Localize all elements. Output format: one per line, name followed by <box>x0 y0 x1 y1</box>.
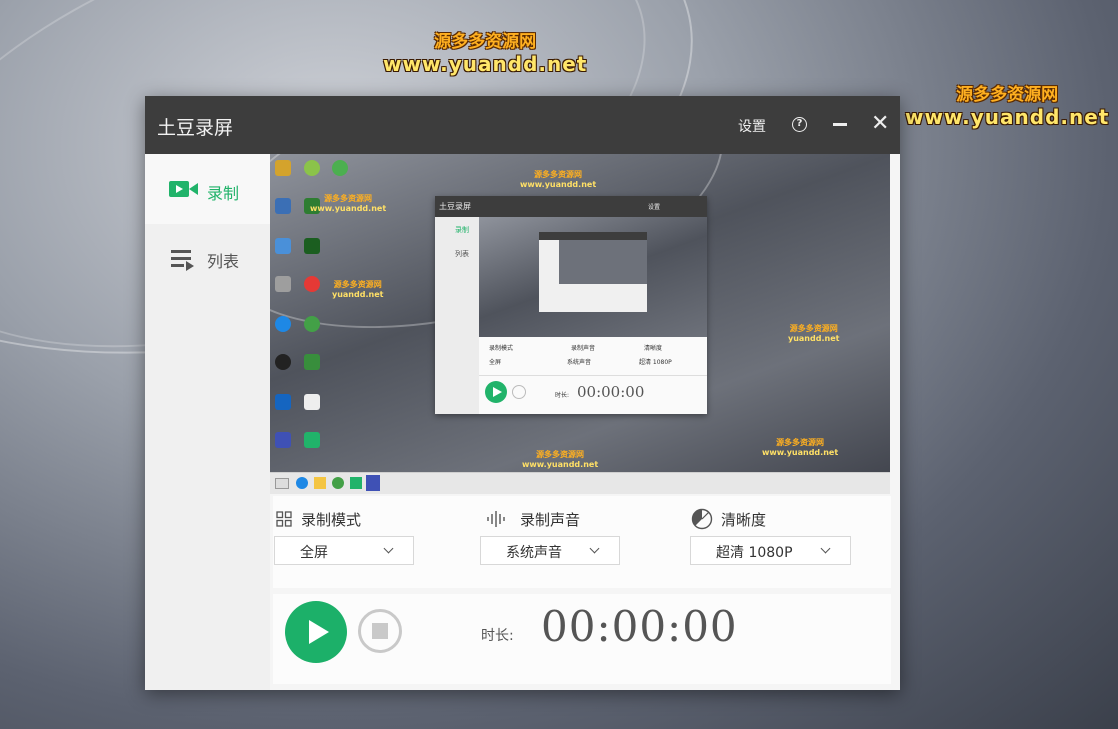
watermark-url: www.yuandd.net <box>383 52 588 76</box>
desktop-icon <box>275 394 291 410</box>
preview-watermark-cn: 源多多资源网 <box>789 324 838 333</box>
mode-select[interactable]: 全屏 <box>274 536 414 565</box>
chevron-down-icon <box>589 543 600 554</box>
quality-value: 超清 1080P <box>716 545 793 561</box>
preview-watermark-cn: 源多多资源网 <box>534 170 583 179</box>
duration-value: 00:00:00 <box>541 602 738 651</box>
nested-option-value: 全屏 <box>489 359 502 366</box>
sidebar-item-label: 录制 <box>207 184 240 203</box>
sidebar: 录制 列表 <box>145 154 270 690</box>
preview-watermark-cn: 源多多资源网 <box>536 450 585 459</box>
preview-watermark-cn: 源多多资源网 <box>324 194 373 203</box>
nested-option-label: 录制模式 <box>489 345 514 352</box>
preview-watermark: 源多多资源网 www.yuandd.net <box>520 170 596 190</box>
desktop-icon <box>304 160 320 176</box>
stop-icon[interactable] <box>358 609 402 653</box>
preview-watermark: 源多多资源网 www.yuandd.net <box>762 438 838 458</box>
desktop-icon <box>332 160 348 176</box>
preview-watermark: 源多多资源网 www.yuandd.net <box>310 194 386 214</box>
preview-watermark: 源多多资源网 yuandd.net <box>332 280 383 300</box>
desktop-icon <box>304 316 320 332</box>
watermark-url: www.yuandd.net <box>905 105 1110 129</box>
preview-watermark-cn: 源多多资源网 <box>333 280 382 289</box>
nested-option-label: 录制声音 <box>571 345 596 352</box>
nested-recorder-window: 土豆录屏 设置 录制 列表 录制模式 全屏 录制声音 系统声音 清晰度 超清 1… <box>435 196 707 414</box>
play-icon[interactable] <box>285 601 347 663</box>
chevron-down-icon <box>820 543 831 554</box>
desktop-icon <box>304 276 320 292</box>
preview-watermark-url: yuandd.net <box>332 290 384 299</box>
mode-label: 录制模式 <box>301 511 362 529</box>
duration-label: 时长: <box>481 628 514 644</box>
nested-controls: 录制模式 全屏 录制声音 系统声音 清晰度 超清 1080P 时长: 00:00… <box>479 337 707 414</box>
chevron-down-icon <box>383 543 394 554</box>
help-icon[interactable]: ? <box>792 117 807 132</box>
watermark-sticker: 源多多资源网 www.yuandd.net <box>905 80 1109 129</box>
desktop-icon <box>304 432 320 448</box>
sidebar-item-record[interactable]: 录制 <box>145 154 270 224</box>
desktop-icon <box>275 432 291 448</box>
nested-stop-icon <box>512 385 526 399</box>
desktop-icon <box>304 238 320 254</box>
mode-value: 全屏 <box>300 545 328 561</box>
preview-watermark-url: www.yuandd.net <box>520 180 597 189</box>
nested-duration: 00:00:00 <box>577 383 645 401</box>
preview-watermark-url: yuandd.net <box>788 334 840 343</box>
nested-settings: 设置 <box>648 204 661 211</box>
desktop-icon <box>304 394 320 410</box>
minimize-icon[interactable] <box>833 123 847 126</box>
nested-nav-record: 录制 <box>455 226 469 234</box>
nested-play-icon <box>485 381 507 403</box>
app-title: 土豆录屏 <box>157 117 234 139</box>
sidebar-item-label: 列表 <box>207 252 240 271</box>
preview-taskbar <box>270 472 890 494</box>
nested-nav-list: 列表 <box>455 250 469 258</box>
desktop-icon <box>275 276 291 292</box>
quality-dial-icon <box>691 508 713 530</box>
nested-duration-label: 时长: <box>555 392 570 399</box>
desktop-icon <box>275 238 291 254</box>
nested-option-value: 系统声音 <box>567 359 592 366</box>
desktop-icon <box>275 160 291 176</box>
desktop-icon <box>275 354 291 370</box>
nested-title-bar: 土豆录屏 设置 <box>435 196 707 217</box>
sidebar-item-list[interactable]: 列表 <box>145 224 270 294</box>
settings-button[interactable]: 设置 <box>738 116 766 136</box>
desktop-icon <box>275 316 291 332</box>
preview-watermark: 源多多资源网 www.yuandd.net <box>522 450 598 470</box>
preview-watermark-cn: 源多多资源网 <box>776 438 825 447</box>
list-icon <box>171 250 194 271</box>
nested-preview <box>479 217 707 337</box>
preview-watermark: 源多多资源网 yuandd.net <box>788 324 839 344</box>
audio-label: 录制声音 <box>520 511 581 529</box>
app-window: 土豆录屏 设置 ? ✕ 录制 列表 源多多资源网 www.yuandd.net … <box>145 96 900 690</box>
preview-watermark-url: www.yuandd.net <box>762 448 839 457</box>
nested-option-value: 超清 1080P <box>639 359 672 366</box>
watermark-cn: 源多多资源网 <box>956 85 1059 105</box>
audio-value: 系统声音 <box>506 545 562 561</box>
desktop-icon <box>275 198 291 214</box>
watermark-cn: 源多多资源网 <box>434 32 537 52</box>
preview-watermark-url: www.yuandd.net <box>310 204 387 213</box>
quality-label: 清晰度 <box>721 511 767 529</box>
sound-wave-icon <box>487 511 505 527</box>
audio-select[interactable]: 系统声音 <box>480 536 620 565</box>
close-icon[interactable]: ✕ <box>871 113 889 135</box>
recording-controls: 时长: 00:00:00 <box>273 594 891 684</box>
nested-title: 土豆录屏 <box>439 202 471 211</box>
desktop-icon <box>304 354 320 370</box>
video-camera-icon <box>169 181 198 197</box>
nested-inner-window <box>539 232 647 312</box>
recording-options: 录制模式 全屏 录制声音 系统声音 清晰度 超清 1080P <box>273 496 891 588</box>
quality-select[interactable]: 超清 1080P <box>690 536 851 565</box>
watermark-sticker: 源多多资源网 www.yuandd.net <box>383 27 587 76</box>
nested-sidebar: 录制 列表 <box>435 217 479 414</box>
preview-watermark-url: www.yuandd.net <box>522 460 599 469</box>
nested-option-label: 清晰度 <box>644 345 663 352</box>
screen-preview: 源多多资源网 www.yuandd.net 源多多资源网 www.yuandd.… <box>270 154 890 494</box>
title-bar[interactable]: 土豆录屏 设置 ? ✕ <box>145 96 900 154</box>
grid-icon <box>276 511 292 527</box>
